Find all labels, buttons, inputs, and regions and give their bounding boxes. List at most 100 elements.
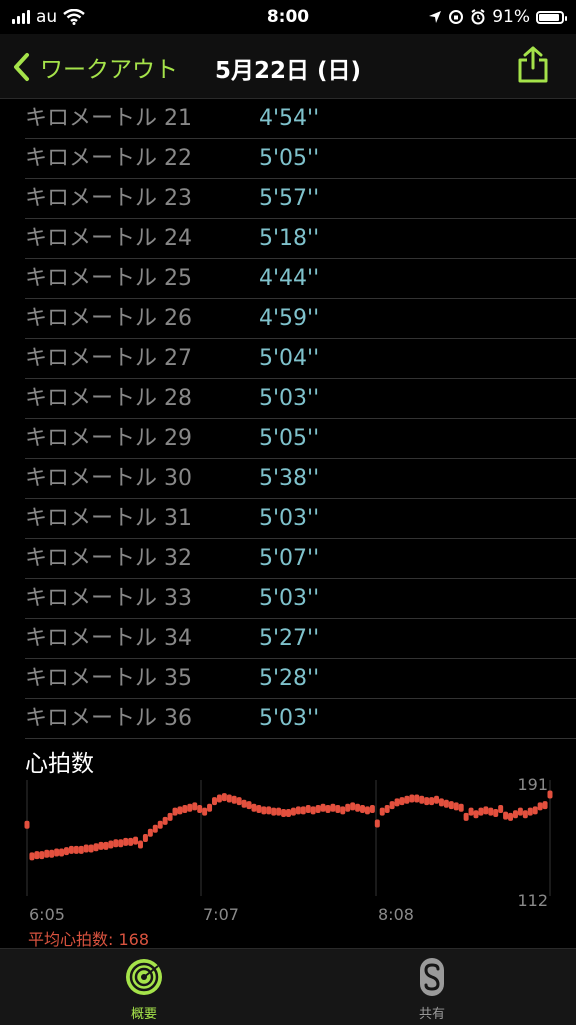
split-row: キロメートル 22 5'05'' <box>25 139 576 179</box>
chevron-left-icon <box>14 53 29 81</box>
split-pace: 4'54'' <box>259 106 320 131</box>
heart-rate-point <box>133 836 139 845</box>
heart-rate-point <box>443 799 449 808</box>
heart-rate-point <box>152 824 158 833</box>
page-title: 5月22日 (日) <box>215 58 362 84</box>
split-label: キロメートル 26 <box>25 306 192 331</box>
status-left: au <box>12 7 85 27</box>
heart-rate-point <box>330 803 336 812</box>
heart-rate-point <box>517 807 523 816</box>
split-label: キロメートル 24 <box>25 226 192 251</box>
battery-icon <box>536 10 567 24</box>
heart-rate-point <box>310 806 316 815</box>
heart-rate-point <box>108 840 114 849</box>
heart-rate-point <box>202 807 208 816</box>
split-row: キロメートル 36 5'03'' <box>25 699 576 739</box>
heart-rate-point <box>167 812 173 821</box>
heart-rate-point <box>369 805 375 814</box>
activity-rings-icon <box>126 959 162 995</box>
heart-rate-point <box>463 812 469 821</box>
split-pace: 5'38'' <box>259 466 320 491</box>
heart-rate-point <box>300 806 306 815</box>
heart-rate-point <box>429 797 435 806</box>
heart-rate-point <box>266 806 272 815</box>
heart-rate-point <box>478 807 484 816</box>
heart-rate-point <box>389 801 395 810</box>
average-heart-rate: 平均心拍数: 168 <box>28 930 150 949</box>
split-label: キロメートル 30 <box>25 466 192 491</box>
heart-rate-point <box>547 790 553 799</box>
split-pace: 4'59'' <box>259 306 320 331</box>
split-row: キロメートル 27 5'04'' <box>25 339 576 379</box>
heart-rate-point <box>34 851 40 860</box>
heart-rate-point <box>192 802 198 811</box>
heart-rate-chart: 6:05 7:07 8:08 191 112 <box>24 775 553 924</box>
heart-rate-point <box>256 805 262 814</box>
heart-rate-point <box>221 793 227 802</box>
split-row: キロメートル 28 5'03'' <box>25 379 576 419</box>
heart-rate-point <box>73 845 79 854</box>
split-row: キロメートル 24 5'18'' <box>25 219 576 259</box>
split-label: キロメートル 25 <box>25 266 192 291</box>
heart-rate-point <box>360 805 366 814</box>
share-icon[interactable] <box>516 46 550 84</box>
location-arrow-icon <box>429 11 442 23</box>
split-pace: 5'57'' <box>259 186 320 211</box>
heart-rate-point <box>503 811 509 820</box>
split-row: キロメートル 32 5'07'' <box>25 539 576 579</box>
split-row: キロメートル 35 5'28'' <box>25 659 576 699</box>
heart-rate-point <box>29 852 35 861</box>
split-label: キロメートル 31 <box>25 506 192 531</box>
y-max-label: 191 <box>517 775 548 794</box>
heart-rate-point <box>379 807 385 816</box>
tab-summary-label: 概要 <box>130 1007 157 1022</box>
split-label: キロメートル 22 <box>25 146 192 171</box>
heart-rate-point <box>118 839 124 848</box>
heart-rate-point <box>424 797 430 806</box>
heart-rate-point <box>241 799 247 808</box>
split-pace: 5'03'' <box>259 506 320 531</box>
heart-rate-point <box>488 807 494 816</box>
split-pace: 5'05'' <box>259 146 320 171</box>
y-min-label: 112 <box>517 891 548 910</box>
split-row: キロメートル 25 4'44'' <box>25 259 576 299</box>
heart-rate-point <box>537 802 543 811</box>
heart-rate-point <box>384 805 390 814</box>
split-label: キロメートル 32 <box>25 546 192 571</box>
status-right: 91% <box>428 7 567 27</box>
heart-rate-point <box>231 795 237 804</box>
heart-rate-point <box>39 851 45 860</box>
heart-rate-point <box>527 807 533 816</box>
heart-rate-point <box>226 794 232 803</box>
heart-rate-point <box>177 806 183 815</box>
heart-rate-point <box>59 848 65 857</box>
tab-share[interactable]: 共有 <box>372 957 492 1022</box>
wifi-icon <box>63 9 85 25</box>
heart-rate-point <box>44 849 50 858</box>
heart-rate-point <box>355 803 361 812</box>
split-label: キロメートル 21 <box>25 106 192 131</box>
split-pace: 5'03'' <box>259 706 320 731</box>
back-button[interactable]: ワークアウト <box>12 50 178 84</box>
battery-fill <box>539 13 560 21</box>
heart-rate-point <box>137 840 143 849</box>
heart-rate-point <box>532 806 538 815</box>
heart-rate-point <box>414 794 420 803</box>
tab-bar: 概要 共有 <box>0 948 576 1025</box>
split-row: キロメートル 26 4'59'' <box>25 299 576 339</box>
heart-rate-point <box>54 848 60 857</box>
split-label: キロメートル 34 <box>25 626 192 651</box>
heart-rate-point <box>335 805 341 814</box>
heart-rate-point <box>128 837 134 846</box>
heart-rate-point <box>216 794 222 803</box>
heart-rate-point <box>83 844 89 853</box>
split-pace: 5'07'' <box>259 546 320 571</box>
heart-rate-point <box>542 801 548 810</box>
x-tick-label: 8:08 <box>378 905 414 924</box>
split-label: キロメートル 33 <box>25 586 192 611</box>
split-pace: 4'44'' <box>259 266 320 291</box>
tab-summary[interactable]: 概要 <box>84 957 204 1022</box>
nav-bar: ワークアウト 5月22日 (日) <box>0 34 576 99</box>
heart-rate-point <box>157 820 163 829</box>
heart-rate-point <box>350 802 356 811</box>
